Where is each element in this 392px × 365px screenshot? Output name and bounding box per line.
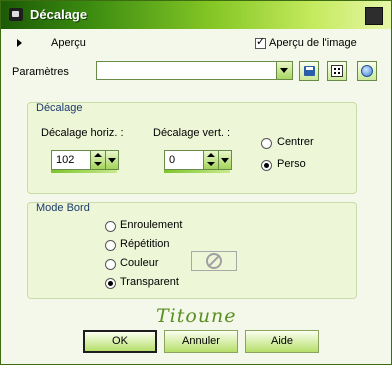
offset-group: Décalage: [27, 102, 357, 194]
spin-updown-icon[interactable]: [90, 151, 105, 169]
reset-button[interactable]: [357, 61, 377, 81]
horiz-offset-label: Décalage horiz. :: [41, 127, 124, 139]
settings-window-icon: [9, 8, 23, 21]
custom-label: Perso: [277, 158, 306, 170]
expand-arrow-icon[interactable]: [17, 39, 22, 47]
center-label: Centrer: [277, 136, 314, 148]
vert-offset-slider[interactable]: [164, 170, 230, 173]
offset-group-title: Décalage: [36, 102, 83, 114]
wrap-radio[interactable]: [105, 221, 116, 232]
params-label: Paramètres: [12, 66, 69, 78]
horiz-offset-spinner[interactable]: 102: [51, 150, 119, 173]
vert-offset-label: Décalage vert. :: [153, 127, 231, 139]
horiz-offset-slider[interactable]: [51, 170, 117, 173]
color-label: Couleur: [120, 257, 159, 269]
ok-button[interactable]: OK: [83, 330, 157, 353]
cancel-button[interactable]: Annuler: [164, 330, 238, 353]
vert-offset-spinner[interactable]: 0: [164, 150, 232, 173]
randomize-button[interactable]: [327, 61, 347, 81]
custom-radio[interactable]: [261, 160, 272, 171]
offset-dialog: Décalage Aperçu Aperçu de l'image Paramè…: [0, 0, 392, 365]
transparent-radio[interactable]: [105, 278, 116, 289]
close-icon[interactable]: [365, 7, 383, 25]
wrap-label: Enroulement: [120, 219, 183, 231]
params-combo[interactable]: [96, 61, 293, 80]
repeat-label: Répétition: [120, 238, 170, 250]
color-swatch[interactable]: [191, 251, 237, 271]
color-radio[interactable]: [105, 259, 116, 270]
window-title: Décalage: [30, 7, 88, 22]
chevron-down-icon[interactable]: [218, 151, 231, 169]
randomize-dice-icon: [331, 65, 343, 77]
spin-updown-icon[interactable]: [203, 151, 218, 169]
repeat-radio[interactable]: [105, 240, 116, 251]
chevron-down-icon[interactable]: [276, 62, 292, 79]
center-radio[interactable]: [261, 138, 272, 149]
reset-icon: [361, 65, 373, 77]
title-bar: Décalage: [1, 1, 391, 29]
horiz-offset-value[interactable]: 102: [56, 154, 74, 166]
signature-watermark: Titoune: [156, 305, 237, 327]
image-preview-checkbox[interactable]: [255, 36, 266, 49]
chevron-down-icon[interactable]: [105, 151, 118, 169]
help-button[interactable]: Aide: [245, 330, 319, 353]
no-color-icon: [206, 253, 222, 269]
transparent-label: Transparent: [120, 276, 179, 288]
edge-mode-title: Mode Bord: [36, 202, 90, 214]
image-preview-label: Aperçu de l'image: [269, 37, 357, 49]
preview-label[interactable]: Aperçu: [51, 37, 86, 49]
save-icon: [304, 66, 315, 76]
vert-offset-value[interactable]: 0: [169, 154, 175, 166]
save-button[interactable]: [299, 61, 319, 81]
